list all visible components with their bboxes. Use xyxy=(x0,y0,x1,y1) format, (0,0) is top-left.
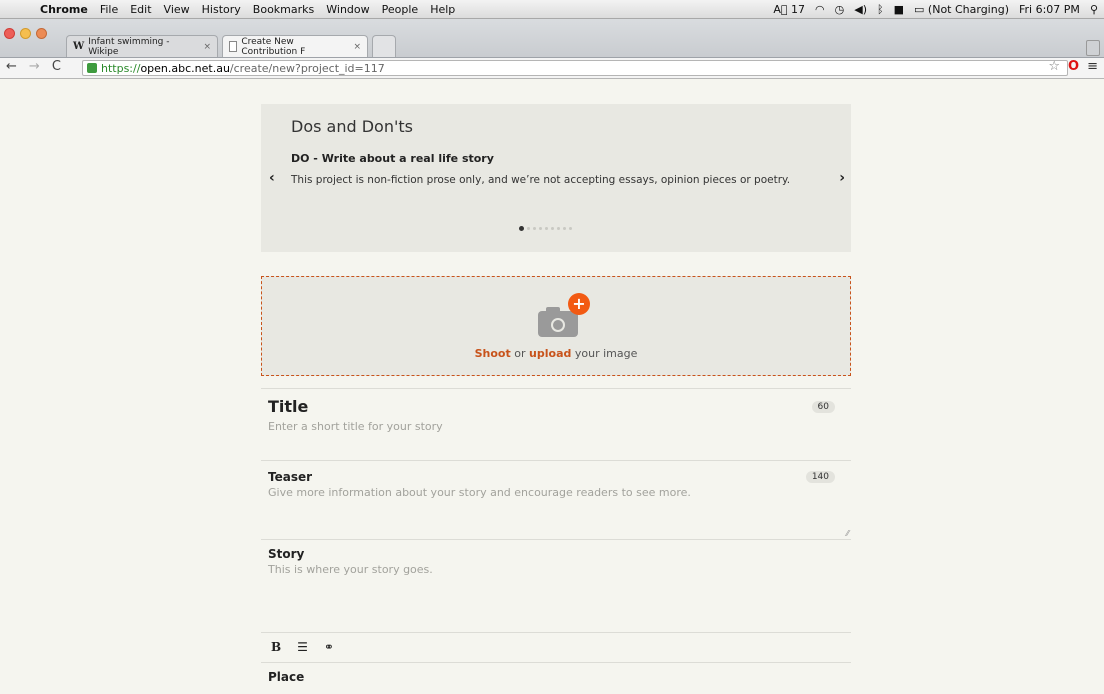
menu-history[interactable]: History xyxy=(196,3,247,16)
address-bar[interactable]: https:// open.abc.net.au /create/new?pro… xyxy=(82,60,1068,76)
url-host: open.abc.net.au xyxy=(140,61,230,75)
carousel-dot[interactable] xyxy=(519,226,524,231)
shoot-link[interactable]: Shoot xyxy=(475,347,511,360)
status-tray: A⃞ 17 ◠ ◷ ◀) ᛒ ■ ▭ (Not Charging) Fri 6:… xyxy=(773,0,1098,19)
forward-icon[interactable]: → xyxy=(29,59,40,74)
story-field[interactable]: Story This is where your story goes. xyxy=(261,539,851,633)
teaser-input[interactable]: Give more information about your story a… xyxy=(268,486,691,499)
url-path: /create/new?project_id=117 xyxy=(229,61,385,75)
close-tab-icon[interactable]: × xyxy=(353,42,361,52)
camera-icon: + xyxy=(538,293,590,337)
toolbar-actions: ☆ O ≡ xyxy=(1048,59,1098,74)
title-label: Title xyxy=(268,397,309,416)
dos-and-donts-carousel: Dos and Don'ts DO - Write about a real l… xyxy=(261,104,851,252)
carousel-item-text: This project is non-fiction prose only, … xyxy=(291,174,791,186)
carousel-dot[interactable] xyxy=(545,227,548,230)
time-machine-icon[interactable]: ◷ xyxy=(835,3,845,16)
carousel-next-icon[interactable]: › xyxy=(839,170,845,186)
tab-create-contribution[interactable]: Create New Contribution F × xyxy=(222,35,368,57)
new-tab-button[interactable] xyxy=(372,35,396,57)
close-tab-icon[interactable]: × xyxy=(203,42,211,52)
url-scheme: https:// xyxy=(101,61,141,75)
page-favicon-icon xyxy=(229,41,238,52)
window-controls xyxy=(4,28,47,39)
browser-toolbar: ← → C https:// open.abc.net.au /create/n… xyxy=(0,58,1104,79)
wifi-icon[interactable]: ◠ xyxy=(815,3,825,16)
tab-title: Create New Contribution F xyxy=(241,36,306,57)
tab-strip: W Infant swimming - Wikipe × Create New … xyxy=(0,19,1104,58)
battery-status[interactable]: ▭ (Not Charging) xyxy=(914,3,1009,16)
place-field[interactable]: Place xyxy=(261,662,851,694)
carousel-item-title: DO - Write about a real life story xyxy=(291,152,494,165)
bookmark-star-icon[interactable]: ☆ xyxy=(1048,59,1060,74)
menu-edit[interactable]: Edit xyxy=(124,3,157,16)
carousel-dot[interactable] xyxy=(533,227,536,230)
menu-help[interactable]: Help xyxy=(424,3,461,16)
carousel-dot[interactable] xyxy=(569,227,572,230)
lock-icon xyxy=(87,63,97,73)
carousel-pagination xyxy=(519,226,572,231)
menu-file[interactable]: File xyxy=(94,3,124,16)
close-window-button[interactable] xyxy=(4,28,15,39)
resize-grip-icon[interactable]: ⁄⁄ xyxy=(846,529,849,538)
extension-icon[interactable]: O xyxy=(1068,59,1079,74)
tab-title: Infant swimming - Wikipe xyxy=(88,36,170,57)
upload-rest: your image xyxy=(574,347,638,360)
zoom-window-button[interactable] xyxy=(36,28,47,39)
menu-bookmarks[interactable]: Bookmarks xyxy=(247,3,320,16)
story-formatting-toolbar: B ☰ ⚭ xyxy=(261,632,851,663)
place-label: Place xyxy=(268,670,305,684)
carousel-prev-icon[interactable]: ‹ xyxy=(269,170,275,186)
carousel-heading: Dos and Don'ts xyxy=(291,117,413,136)
image-upload-dropzone[interactable]: + Shoot or upload your image xyxy=(261,276,851,376)
carousel-dot[interactable] xyxy=(557,227,560,230)
carousel-dot[interactable] xyxy=(527,227,530,230)
tab-wikipedia[interactable]: W Infant swimming - Wikipe × xyxy=(66,35,218,57)
spotlight-icon[interactable]: ⚲ xyxy=(1090,3,1098,16)
title-input[interactable]: Enter a short title for your story xyxy=(268,420,443,433)
back-icon[interactable]: ← xyxy=(6,59,17,74)
list-icon[interactable]: ☰ xyxy=(297,640,308,654)
clock[interactable]: Fri 6:07 PM xyxy=(1019,3,1080,16)
bold-button[interactable]: B xyxy=(271,640,281,654)
carousel-dot[interactable] xyxy=(539,227,542,230)
title-field[interactable]: Title Enter a short title for your story… xyxy=(261,388,851,460)
minimize-window-button[interactable] xyxy=(20,28,31,39)
upload-or: or xyxy=(514,347,526,360)
volume-icon[interactable]: ◀) xyxy=(854,3,867,16)
chrome-menu-icon[interactable]: ≡ xyxy=(1087,59,1098,74)
adobe-icon[interactable]: A⃞ 17 xyxy=(773,3,805,16)
adobe-count: 17 xyxy=(791,3,806,16)
nav-buttons: ← → C xyxy=(6,59,61,74)
wikipedia-favicon-icon: W xyxy=(73,41,85,52)
teaser-label: Teaser xyxy=(268,470,313,484)
battery-label: (Not Charging) xyxy=(927,3,1009,16)
menu-people[interactable]: People xyxy=(376,3,425,16)
carousel-dot[interactable] xyxy=(563,227,566,230)
app-icon[interactable]: ■ xyxy=(894,3,904,16)
profile-icon[interactable] xyxy=(1086,40,1100,56)
upload-caption: Shoot or upload your image xyxy=(262,347,850,360)
teaser-char-counter: 140 xyxy=(805,471,835,483)
link-icon[interactable]: ⚭ xyxy=(324,640,334,654)
story-label: Story xyxy=(268,547,305,561)
bluetooth-icon[interactable]: ᛒ xyxy=(877,3,884,16)
title-char-counter: 60 xyxy=(811,401,835,413)
teaser-field[interactable]: Teaser Give more information about your … xyxy=(261,460,851,540)
reload-icon[interactable]: C xyxy=(52,59,61,74)
system-menu-bar: Chrome File Edit View History Bookmarks … xyxy=(0,0,1104,19)
upload-link[interactable]: upload xyxy=(529,347,571,360)
carousel-dot[interactable] xyxy=(551,227,554,230)
menu-window[interactable]: Window xyxy=(320,3,375,16)
story-input[interactable]: This is where your story goes. xyxy=(268,563,433,576)
page-content: Dos and Don'ts DO - Write about a real l… xyxy=(0,80,1104,694)
add-icon: + xyxy=(568,293,590,315)
menu-view[interactable]: View xyxy=(158,3,196,16)
menu-chrome[interactable]: Chrome xyxy=(34,3,94,16)
